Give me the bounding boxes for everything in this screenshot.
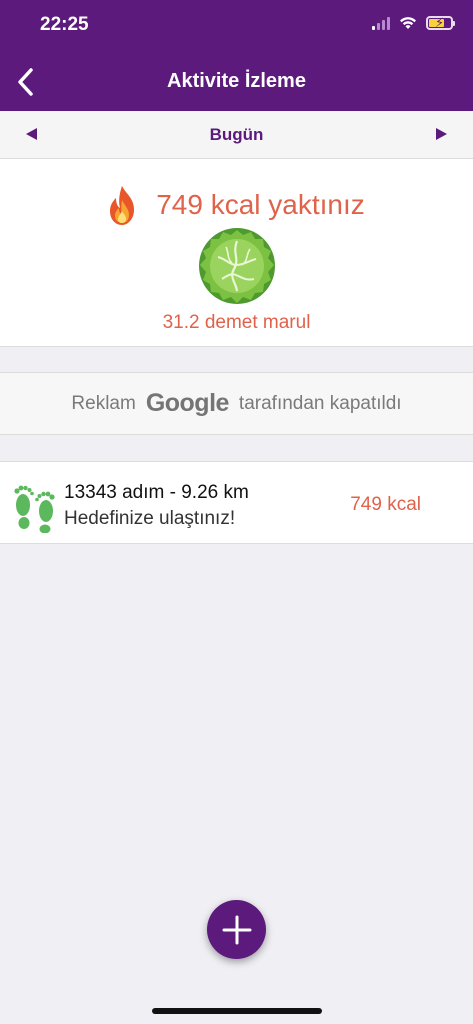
page-title: Aktivite İzleme [167,70,306,92]
lettuce-icon [199,228,275,304]
charging-bolt-icon: ⚡ [435,15,445,30]
food-equivalent-text: 31.2 demet marul [162,312,311,333]
date-selector: Bugün [0,111,473,159]
add-activity-button[interactable] [207,900,266,959]
ad-suffix: tarafından kapatıldı [238,392,402,414]
fire-icon [110,186,135,225]
cellular-signal-icon [372,16,390,30]
wifi-icon [400,17,416,29]
home-indicator[interactable] [152,1008,322,1014]
activity-list-item[interactable]: 13343 adım - 9.26 km Hedefinize ulaştını… [0,461,473,544]
next-day-button[interactable] [436,128,447,140]
calories-burned-text: 749 kcal yaktınız [156,189,365,220]
plus-icon [222,915,251,944]
status-time: 22:25 [40,14,89,35]
activity-title: 13343 adım - 9.26 km [64,482,249,503]
burn-row: 749 kcal yaktınız [0,183,473,227]
battery-icon: ⚡ [426,15,455,30]
date-label[interactable]: Bugün [0,125,473,145]
status-icons: ⚡ [372,15,455,30]
google-logo-text: Google [145,389,230,417]
ad-closed-banner: Reklam Google tarafından kapatıldı [0,372,473,435]
ad-prefix: Reklam [71,392,136,414]
footprints-icon [14,485,55,533]
calorie-summary-card: 749 kcal yaktınız 31.2 demet marul [0,159,473,347]
activity-kcal: 749 kcal [350,494,421,515]
top-bar: 22:25 ⚡ Aktivite İzleme [0,0,473,111]
activity-subtitle: Hedefinize ulaştınız! [64,508,236,529]
